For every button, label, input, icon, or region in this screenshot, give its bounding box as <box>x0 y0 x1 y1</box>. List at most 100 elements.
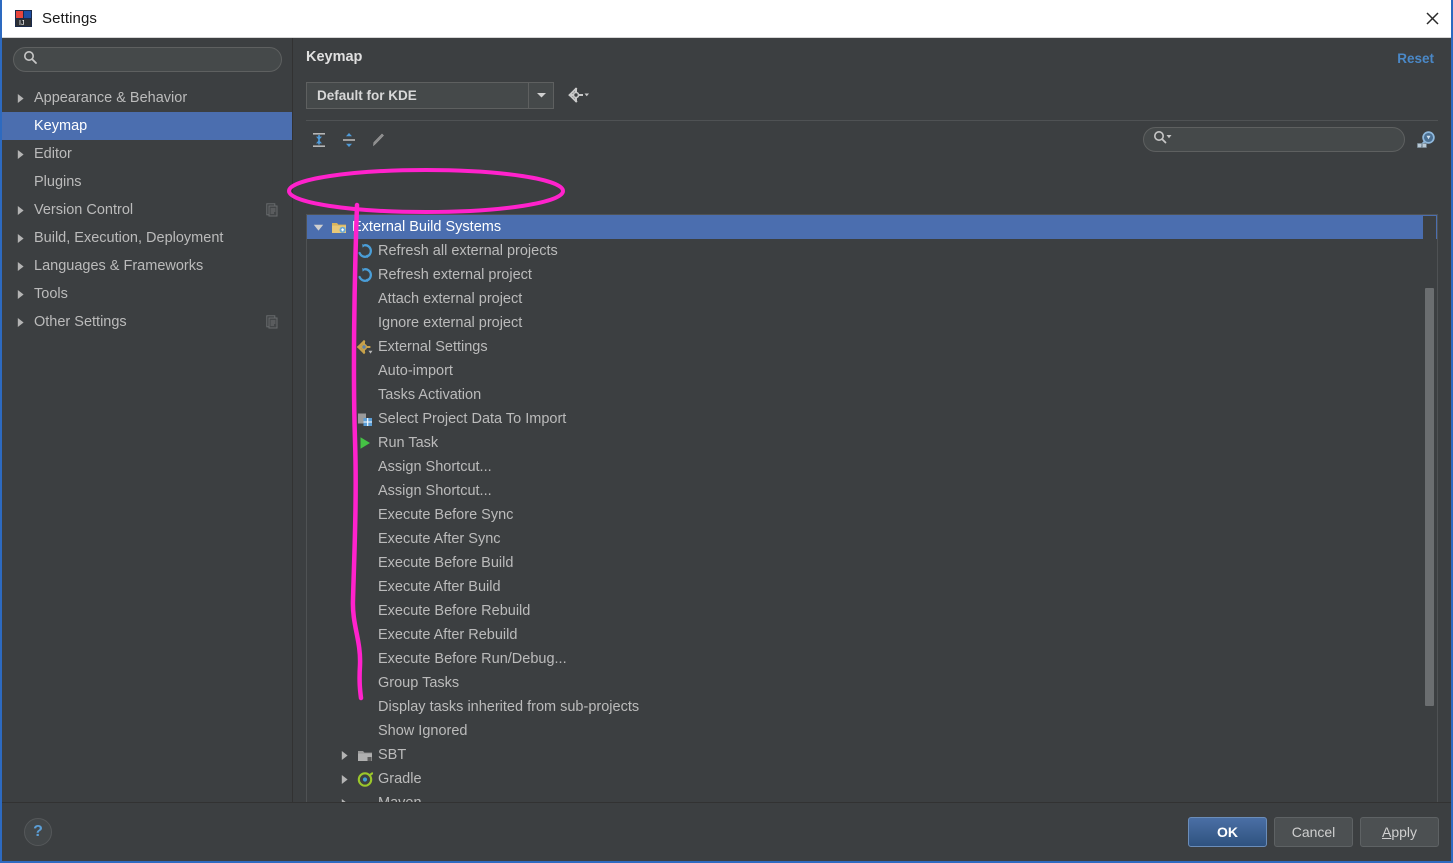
sidebar-item-build-execution-deployment[interactable]: Build, Execution, Deployment <box>2 224 292 252</box>
keymap-select-row: Default for KDE <box>293 76 1451 114</box>
sidebar-search-wrap <box>2 38 292 72</box>
chevron-right-icon[interactable] <box>16 149 30 160</box>
svg-text:IJ: IJ <box>19 20 24 27</box>
sidebar-item-label: Tools <box>34 286 68 302</box>
keymap-toolbar <box>293 121 1451 159</box>
chevron-right-icon[interactable] <box>333 750 355 761</box>
tree-row-label: Tasks Activation <box>378 387 482 403</box>
settings-sidebar: Appearance & Behavior Keymap Editor Plugins… <box>2 38 293 859</box>
folder-icon <box>329 220 349 235</box>
chevron-right-icon[interactable] <box>16 317 30 328</box>
tree-row[interactable]: External Build Systems <box>307 215 1437 239</box>
sidebar-item-plugins[interactable]: Plugins <box>2 168 292 196</box>
find-by-shortcut-icon[interactable] <box>1416 130 1438 150</box>
sidebar-item-keymap[interactable]: Keymap <box>2 112 292 140</box>
tree-row-label: Refresh all external projects <box>378 243 558 259</box>
tree-row-label: Show Ignored <box>378 723 468 739</box>
folder-gray-icon <box>355 748 375 763</box>
sidebar-item-editor[interactable]: Editor <box>2 140 292 168</box>
keymap-filter-input[interactable] <box>1174 132 1404 147</box>
sidebar-item-languages-frameworks[interactable]: Languages & Frameworks <box>2 252 292 280</box>
sidebar-item-label: Build, Execution, Deployment <box>34 230 224 246</box>
reset-link[interactable]: Reset <box>1397 51 1434 66</box>
sidebar-item-version-control[interactable]: Version Control <box>2 196 292 224</box>
tree-row[interactable]: Execute Before Build <box>307 551 1437 575</box>
intellij-idea-icon: IJ <box>15 10 32 27</box>
expand-all-icon[interactable] <box>306 127 332 153</box>
page-title: Keymap <box>306 49 363 65</box>
chevron-right-icon[interactable] <box>16 93 30 104</box>
tree-row-label: SBT <box>378 747 407 763</box>
close-icon[interactable] <box>1409 0 1451 37</box>
tree-row[interactable]: Refresh all external projects <box>307 239 1437 263</box>
button-label: OK <box>1217 824 1238 840</box>
search-dropdown-icon[interactable] <box>1153 130 1174 150</box>
sidebar-item-label: Plugins <box>34 174 82 190</box>
keymap-tree: External Build Systems Refresh all extern… <box>307 215 1437 813</box>
tree-scrollbar[interactable] <box>1423 216 1436 812</box>
tree-row[interactable]: Execute Before Run/Debug... <box>307 647 1437 671</box>
help-button[interactable]: ? <box>24 818 52 846</box>
dialog-footer: ? OK Cancel Apply <box>2 802 1451 861</box>
tree-row[interactable]: Refresh external project <box>307 263 1437 287</box>
cancel-button[interactable]: Cancel <box>1274 817 1353 847</box>
tree-row[interactable]: Gradle <box>307 767 1437 791</box>
tree-scrollbar-thumb[interactable] <box>1425 288 1434 706</box>
chevron-down-icon[interactable] <box>528 82 553 108</box>
tree-row[interactable]: Tasks Activation <box>307 383 1437 407</box>
settings-dialog: IJ Settings Appearance & Behavior Keymap… <box>0 0 1453 863</box>
tree-row[interactable]: External Settings <box>307 335 1437 359</box>
project-data-icon <box>355 412 375 427</box>
tree-row[interactable]: SBT <box>307 743 1437 767</box>
tree-row[interactable]: Execute After Build <box>307 575 1437 599</box>
tree-row[interactable]: Ignore external project <box>307 311 1437 335</box>
sidebar-item-other-settings[interactable]: Other Settings <box>2 308 292 336</box>
tree-row-label: Gradle <box>378 771 422 787</box>
sidebar-item-appearance-behavior[interactable]: Appearance & Behavior <box>2 84 292 112</box>
gear-icon[interactable] <box>568 87 590 103</box>
panel-header: Keymap Reset <box>293 38 1451 76</box>
dialog-body: Appearance & Behavior Keymap Editor Plugins… <box>2 38 1451 859</box>
chevron-right-icon[interactable] <box>333 774 355 785</box>
tree-row[interactable]: Group Tasks <box>307 671 1437 695</box>
apply-button[interactable]: Apply <box>1360 817 1439 847</box>
sidebar-search-box[interactable] <box>13 47 282 72</box>
tree-row[interactable]: Select Project Data To Import <box>307 407 1437 431</box>
tree-row-label: Run Task <box>378 435 439 451</box>
window-title: Settings <box>42 10 97 27</box>
sidebar-item-tools[interactable]: Tools <box>2 280 292 308</box>
tree-row[interactable]: Auto-import <box>307 359 1437 383</box>
chevron-down-icon[interactable] <box>307 223 329 232</box>
tree-row[interactable]: Assign Shortcut... <box>307 455 1437 479</box>
tree-row[interactable]: Display tasks inherited from sub-project… <box>307 695 1437 719</box>
chevron-right-icon[interactable] <box>16 289 30 300</box>
tree-row[interactable]: Execute After Rebuild <box>307 623 1437 647</box>
tree-row-label: Attach external project <box>378 291 523 307</box>
tree-row[interactable]: Assign Shortcut... <box>307 479 1437 503</box>
gradle-icon <box>355 771 375 787</box>
tree-row-label: Display tasks inherited from sub-project… <box>378 699 640 715</box>
settings-icon <box>355 339 375 355</box>
search-icon <box>23 50 38 70</box>
sidebar-search-input[interactable] <box>38 52 281 67</box>
tree-row[interactable]: Attach external project <box>307 287 1437 311</box>
chevron-right-icon[interactable] <box>16 233 30 244</box>
chevron-right-icon[interactable] <box>16 205 30 216</box>
tree-row-label: Execute Before Build <box>378 555 514 571</box>
tree-row[interactable]: Run Task <box>307 431 1437 455</box>
sidebar-item-label: Editor <box>34 146 72 162</box>
tree-row[interactable]: Execute After Sync <box>307 527 1437 551</box>
tree-row[interactable]: Execute Before Sync <box>307 503 1437 527</box>
edit-shortcut-icon[interactable] <box>366 127 392 153</box>
collapse-all-icon[interactable] <box>336 127 362 153</box>
button-label: Cancel <box>1291 824 1336 840</box>
tree-row[interactable]: Execute Before Rebuild <box>307 599 1437 623</box>
ok-button[interactable]: OK <box>1188 817 1267 847</box>
tree-row[interactable]: Show Ignored <box>307 719 1437 743</box>
copy-doc-icon <box>266 203 279 217</box>
keymap-filter-box[interactable] <box>1143 127 1405 152</box>
keymap-select[interactable]: Default for KDE <box>306 81 554 109</box>
chevron-right-icon[interactable] <box>16 261 30 272</box>
tree-row-label: External Build Systems <box>352 219 502 235</box>
keymap-tree-scroll[interactable]: External Build Systems Refresh all extern… <box>306 214 1438 814</box>
